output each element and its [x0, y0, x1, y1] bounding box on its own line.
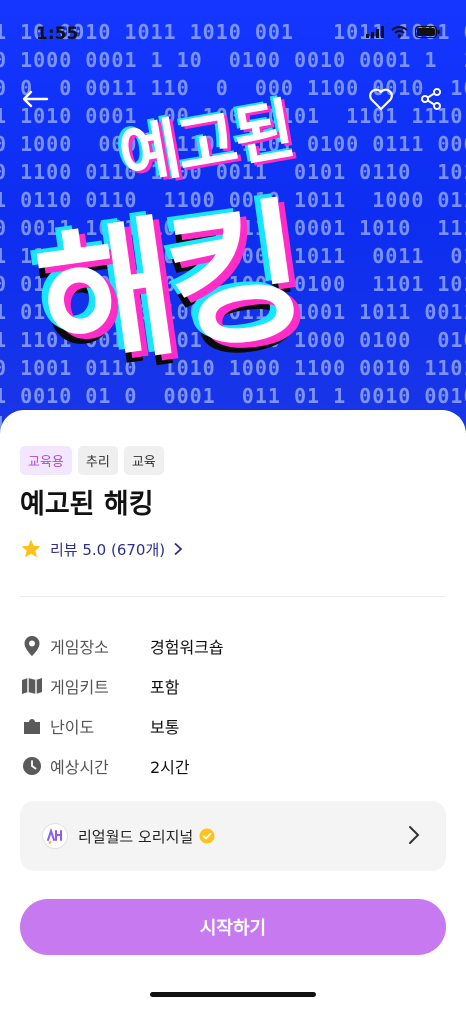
detail-sheet: 교육용 추리 교육 예고된 해킹 리뷰 5.0 (670개) 게임장소 경험워크… [0, 410, 466, 1030]
chevron-right-icon [174, 542, 183, 556]
clock-icon [20, 754, 44, 778]
wifi-icon [391, 26, 408, 38]
info-row-time: 예상시간 2시간 [20, 746, 446, 786]
puzzle-icon [20, 714, 44, 738]
review-label: 리뷰 5.0 (670개) [50, 540, 166, 559]
verified-badge-icon [199, 828, 215, 844]
game-info-list: 게임장소 경험워크숍 게임키트 포함 난이도 보통 예상시간 2시간 [20, 626, 446, 786]
info-label: 게임장소 [50, 638, 109, 657]
status-icons [366, 26, 440, 38]
divider [20, 596, 446, 597]
info-row-location: 게임장소 경험워크숍 [20, 626, 446, 666]
info-label: 예상시간 [50, 758, 109, 777]
star-icon [21, 539, 41, 558]
tag-educational: 교육용 [20, 446, 72, 475]
signal-icon [366, 26, 384, 38]
tag-mystery: 추리 [77, 446, 118, 475]
status-bar: 1:55 [0, 0, 466, 56]
info-value: 보통 [150, 718, 180, 737]
info-row-kit: 게임키트 포함 [20, 666, 446, 706]
info-label: 게임키트 [50, 678, 109, 697]
info-value: 2시간 [150, 758, 190, 777]
title-artwork: 예고된 해킹 [27, 80, 436, 392]
creator-logo-icon [42, 823, 68, 849]
info-row-difficulty: 난이도 보통 [20, 706, 446, 746]
creator-name: 리얼월드 오리지널 [78, 827, 194, 846]
home-indicator [150, 992, 316, 997]
review-link[interactable]: 리뷰 5.0 (670개) [20, 538, 183, 560]
tag-list: 교육용 추리 교육 [20, 446, 164, 475]
battery-icon [415, 26, 440, 38]
game-title: 예고된 해킹 [20, 489, 154, 520]
info-value: 경험워크숍 [150, 638, 224, 657]
title-art-line2: 해킹 [27, 183, 309, 393]
chevron-right-icon [409, 826, 420, 844]
info-value: 포함 [150, 678, 180, 697]
info-label: 난이도 [50, 718, 95, 737]
location-pin-icon [20, 634, 44, 658]
start-button[interactable]: 시작하기 [20, 899, 446, 955]
hero-banner: 1 10 0010 1011 1010 001 1011 1001 0111 0… [0, 0, 466, 440]
creator-card[interactable]: 리얼월드 오리지널 [20, 801, 446, 871]
status-time: 1:55 [36, 24, 79, 44]
tag-education: 교육 [123, 446, 164, 475]
map-icon [20, 674, 44, 698]
